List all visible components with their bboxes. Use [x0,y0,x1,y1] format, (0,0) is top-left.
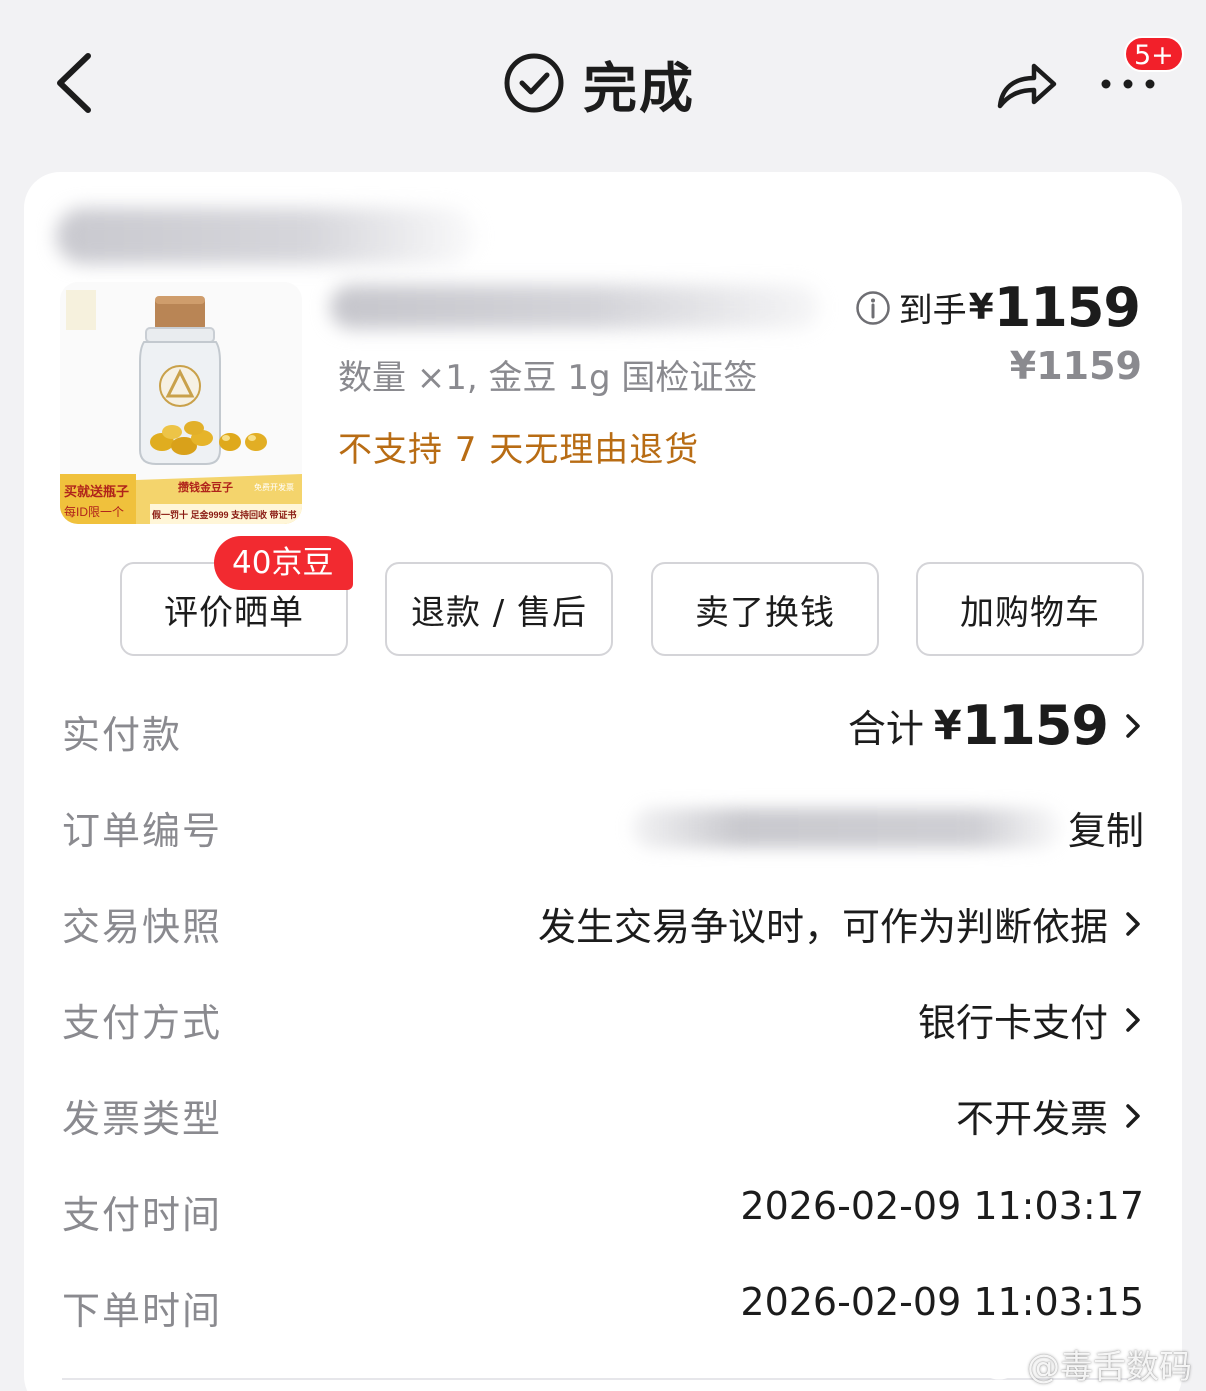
product-spec: 数量 ×1, 金豆 1g 国检证签 [338,358,758,398]
banner-right-line2: 假一罚十 足金9999 支持回收 带证书 [152,509,297,520]
row-pay-time: 支付时间 2026-02-09 11:03:17 [62,1178,1144,1238]
order-number-label: 订单编号 [62,809,223,853]
watermark: @毒舌数码 [981,1340,1192,1388]
order-number-value: 复制 [631,800,1144,855]
invoice-text: 不开发票 [955,1097,1108,1141]
share-icon [997,63,1057,109]
product-image[interactable]: 买就送瓶子 每ID限一个 攒钱金豆子 免费开发票 假一罚十 足金9999 支持回… [60,282,302,524]
final-price-amount: 1159 [993,276,1141,339]
total-currency: ¥ [933,702,962,749]
share-button[interactable] [994,54,1060,114]
return-policy-note: 不支持 7 天无理由退货 [338,430,700,470]
refund-aftersale-button[interactable]: 退款 / 售后 [385,562,613,656]
page-title-group: 完成 [503,48,695,120]
snapshot-text: 发生交易争议时，可作为判断依据 [537,905,1108,949]
total-amount: 1159 [961,694,1109,757]
original-price: ¥1159 [1009,344,1142,388]
back-button[interactable] [48,48,108,118]
paid-label: 实付款 [62,713,183,757]
paid-value: 合计 ¥ 1159 [848,694,1144,757]
reward-badge: 40京豆 [214,536,354,590]
top-nav-bar: 完成 5+ [0,0,1206,165]
banner-right-line1: 攒钱金豆子 [178,480,233,494]
total-label: 合计 [847,707,924,751]
payment-method-text: 银行卡支付 [917,1001,1108,1045]
info-icon[interactable] [855,290,891,326]
final-price-currency: ¥ [968,287,994,328]
row-order-number: 订单编号 复制 [62,794,1144,854]
gold-bean-bottle-image: 买就送瓶子 每ID限一个 攒钱金豆子 免费开发票 假一罚十 足金9999 支持回… [60,282,302,524]
row-invoice-type[interactable]: 发票类型 不开发票 [62,1082,1144,1142]
pay-time-value: 2026-02-09 11:03:17 [740,1184,1144,1228]
order-time-label: 下单时间 [62,1289,223,1333]
check-circle-icon [504,53,564,113]
notification-badge: 5+ [1124,36,1184,72]
final-price-label: 到手 [898,291,967,331]
final-price: 到手 ¥ 1159 [855,276,1141,339]
chevron-right-icon [1126,911,1140,936]
invoice-label: 发票类型 [62,1097,223,1141]
order-number-blurred [631,807,1062,848]
chevron-right-icon [1126,1103,1140,1128]
row-trade-snapshot[interactable]: 交易快照 发生交易争议时，可作为判断依据 [62,890,1144,950]
row-order-time: 下单时间 2026-02-09 11:03:15 [62,1274,1144,1334]
payment-method-value: 银行卡支付 [918,992,1144,1047]
chevron-right-icon [1126,1007,1140,1032]
invoice-value: 不开发票 [956,1088,1144,1143]
snapshot-value: 发生交易争议时，可作为判断依据 [538,896,1144,951]
payment-method-label: 支付方式 [62,1001,223,1045]
weibo-logo-icon [982,1351,1019,1380]
watermark-text: @毒舌数码 [1027,1347,1192,1386]
add-to-cart-button[interactable]: 加购物车 [916,562,1144,656]
order-time-value: 2026-02-09 11:03:15 [740,1280,1144,1324]
banner-right-tag: 免费开发票 [254,482,294,492]
pay-time-label: 支付时间 [62,1193,223,1237]
resell-button[interactable]: 卖了换钱 [651,562,879,656]
snapshot-label: 交易快照 [62,905,223,949]
product-title-blurred[interactable] [330,285,820,329]
copy-button[interactable]: 复制 [1068,800,1144,855]
banner-left-line1: 买就送瓶子 [64,484,129,499]
row-payment-method[interactable]: 支付方式 银行卡支付 [62,986,1144,1046]
row-paid-amount[interactable]: 实付款 合计 ¥ 1159 [62,694,1144,758]
shop-name-blurred[interactable] [56,208,476,264]
banner-left-line2: 每ID限一个 [64,504,124,519]
chevron-left-icon [57,53,91,113]
chevron-right-icon [1126,713,1140,738]
page-title: 完成 [583,56,695,120]
